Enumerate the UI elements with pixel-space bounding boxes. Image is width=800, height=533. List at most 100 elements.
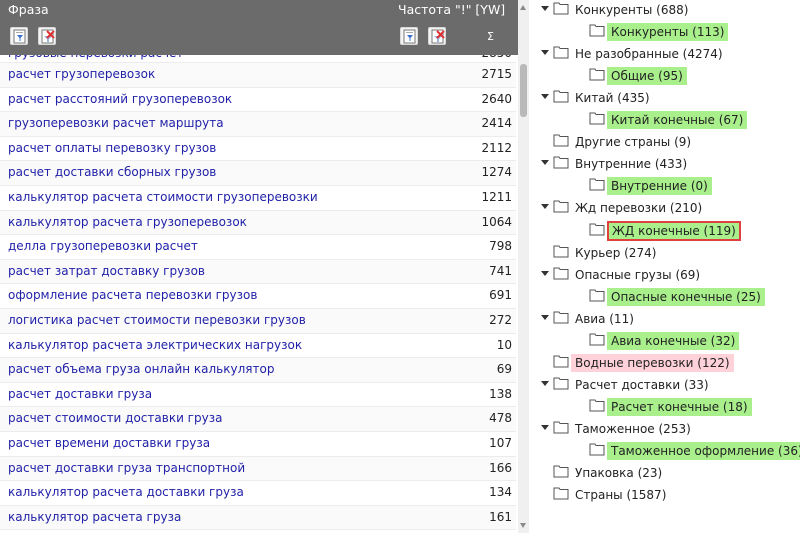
tree-group[interactable]: Жд перевозки (210) [530, 198, 800, 218]
table-row[interactable]: расчет доставки сборных грузов 1274 [0, 161, 516, 186]
scroll-down-icon[interactable] [520, 523, 526, 528]
freq-clear-filter-button[interactable] [428, 27, 446, 45]
tree-group[interactable]: Другие страны (9) [530, 132, 800, 152]
tree-node-label[interactable]: Конкуренты (688) [571, 1, 692, 19]
tree-subgroup[interactable]: ЖД конечные (119) [530, 220, 800, 241]
column-header-phrase[interactable]: Фраза [8, 2, 49, 17]
table-row[interactable]: логистика расчет стоимости перевозки гру… [0, 309, 516, 334]
table-row[interactable]: расчет объема груза онлайн калькулятор 69 [0, 358, 516, 383]
tree-subgroup[interactable]: Расчет конечные (18) [530, 397, 800, 417]
tree-node-label[interactable]: Внутренние (0) [607, 177, 712, 196]
phrase-cell[interactable]: расчет затрат доставку грузов [8, 264, 205, 278]
tree-node-label[interactable]: Авиа конечные (32) [607, 331, 740, 350]
table-row[interactable]: оформление расчета перевозки грузов 691 [0, 284, 516, 309]
phrase-cell[interactable]: грузовые перевозки расчет [8, 55, 183, 60]
expand-toggle-icon[interactable] [541, 380, 549, 386]
tree-group[interactable]: Авиа (11) [530, 309, 800, 329]
tree-subgroup[interactable]: Общие (95) [530, 66, 800, 86]
tree-subgroup[interactable]: Конкуренты (113) [530, 22, 800, 42]
phrase-cell[interactable]: расчет грузоперевозок [8, 67, 155, 81]
table-row[interactable]: расчет расстояний грузоперевозок 2640 [0, 88, 516, 113]
table-row[interactable]: грузоперевозки расчет маршрута 2414 [0, 112, 516, 137]
tree-subgroup[interactable]: Таможенное оформление (36) [530, 441, 800, 461]
tree-node-label[interactable]: Опасные грузы (69) [571, 266, 704, 284]
tree-group[interactable]: Упаковка (23) [530, 463, 800, 483]
phrase-cell[interactable]: расчет доставки сборных грузов [8, 165, 216, 179]
column-header-frequency[interactable]: Частота "!" [YW] [398, 2, 505, 17]
tree-node-label[interactable]: Страны (1587) [571, 486, 670, 504]
phrase-cell[interactable]: расчет оплаты перевозку грузов [8, 141, 216, 155]
tree-node-label[interactable]: Китай (435) [571, 89, 654, 107]
tree-group[interactable]: Не разобранные (4274) [530, 44, 800, 64]
scroll-up-icon[interactable] [520, 5, 526, 10]
phrase-cell[interactable]: расчет объема груза онлайн калькулятор [8, 362, 274, 376]
table-row[interactable]: расчет оплаты перевозку грузов 2112 [0, 137, 516, 162]
tree-group[interactable]: Внутренние (433) [530, 154, 800, 174]
tree-node-label[interactable]: Расчет конечные (18) [607, 397, 752, 416]
tree-group[interactable]: Водные перевозки (122) [530, 353, 800, 373]
table-row[interactable]: расчет доставки груза транспортной 166 [0, 456, 516, 482]
table-row[interactable]: калькулятор расчета груза 161 [0, 505, 516, 531]
tree-node-label[interactable]: Таможенное (253) [571, 420, 695, 438]
freq-filter-button[interactable] [400, 27, 418, 45]
tree-node-label[interactable]: Жд перевозки (210) [571, 199, 706, 217]
phrase-cell[interactable]: калькулятор расчета электрических нагруз… [8, 338, 302, 352]
phrase-cell[interactable]: расчет стоимости доставки груза [8, 411, 222, 425]
expand-toggle-icon[interactable] [541, 314, 549, 320]
tree-subgroup[interactable]: Внутренние (0) [530, 176, 800, 196]
table-row[interactable]: калькулятор расчета электрических нагруз… [0, 334, 516, 359]
phrase-cell[interactable]: калькулятор расчета доставки груза [8, 485, 244, 499]
tree-group[interactable]: Расчет доставки (33) [530, 375, 800, 395]
table-row[interactable]: расчет стоимости доставки груза 478 [0, 407, 516, 432]
phrase-cell[interactable]: расчет расстояний грузоперевозок [8, 92, 232, 106]
table-row[interactable]: грузовые перевозки расчет 2850 [0, 55, 516, 63]
tree-node-label[interactable]: Внутренние (433) [571, 155, 691, 173]
tree-group[interactable]: Страны (1587) [530, 485, 800, 505]
expand-toggle-icon[interactable] [541, 160, 549, 166]
phrase-cell[interactable]: логистика расчет стоимости перевозки гру… [8, 313, 306, 327]
table-row[interactable]: делла грузоперевозки расчет 798 [0, 235, 516, 260]
phrase-cell[interactable]: расчет доставки груза транспортной [8, 461, 245, 475]
scroll-thumb[interactable] [520, 64, 527, 117]
table-row[interactable]: расчет затрат доставку грузов 741 [0, 259, 516, 285]
tree-group[interactable]: Курьер (274) [530, 243, 800, 263]
tree-node-label[interactable]: Водные перевозки (122) [571, 353, 734, 372]
phrase-cell[interactable]: делла грузоперевозки расчет [8, 239, 198, 253]
tree-group[interactable]: Таможенное (253) [530, 419, 800, 439]
table-row[interactable]: расчет грузоперевозок 2715 [0, 63, 516, 88]
phrase-cell[interactable]: расчет доставки груза [8, 387, 152, 401]
phrase-filter-button[interactable] [10, 27, 28, 45]
table-row[interactable]: расчет доставки груза 138 [0, 383, 516, 408]
table-row[interactable]: расчет времени доставки груза 107 [0, 432, 516, 457]
tree-node-label[interactable]: Другие страны (9) [571, 133, 695, 151]
tree-node-label[interactable]: Не разобранные (4274) [571, 45, 727, 63]
expand-toggle-icon[interactable] [541, 50, 549, 56]
tree-node-label[interactable]: Упаковка (23) [571, 464, 666, 482]
tree-group[interactable]: Опасные грузы (69) [530, 265, 800, 285]
tree-node-label[interactable]: Конкуренты (113) [607, 23, 729, 42]
expand-toggle-icon[interactable] [541, 94, 549, 100]
vertical-scrollbar[interactable] [518, 0, 529, 533]
table-row[interactable]: калькулятор расчета доставки груза 134 [0, 481, 516, 506]
tree-subgroup[interactable]: Китай конечные (67) [530, 110, 800, 130]
phrase-cell[interactable]: калькулятор расчета грузоперевозок [8, 215, 247, 229]
phrase-cell[interactable]: расчет времени доставки груза [8, 436, 210, 450]
tree-group[interactable]: Китай (435) [530, 88, 800, 108]
phrase-clear-filter-button[interactable] [38, 27, 56, 45]
tree-subgroup[interactable]: Опасные конечные (25) [530, 287, 800, 307]
table-row[interactable]: калькулятор расчета стоимости грузоперев… [0, 186, 516, 211]
tree-node-label[interactable]: Таможенное оформление (36) [607, 442, 800, 460]
expand-toggle-icon[interactable] [541, 204, 549, 210]
phrase-cell[interactable]: оформление расчета перевозки грузов [8, 288, 257, 302]
tree-node-label[interactable]: ЖД конечные (119) [607, 220, 741, 241]
expand-toggle-icon[interactable] [541, 6, 549, 11]
tree-node-label[interactable]: Опасные конечные (25) [607, 287, 765, 306]
tree-node-label[interactable]: Расчет доставки (33) [571, 376, 713, 394]
phrase-cell[interactable]: калькулятор расчета стоимости грузоперев… [8, 190, 318, 204]
expand-toggle-icon[interactable] [541, 424, 549, 430]
phrase-cell[interactable]: калькулятор расчета груза [8, 510, 181, 524]
expand-toggle-icon[interactable] [541, 270, 549, 276]
tree-node-label[interactable]: Общие (95) [607, 67, 687, 86]
tree-node-label[interactable]: Авиа (11) [571, 310, 638, 328]
phrase-cell[interactable]: грузоперевозки расчет маршрута [8, 116, 224, 130]
